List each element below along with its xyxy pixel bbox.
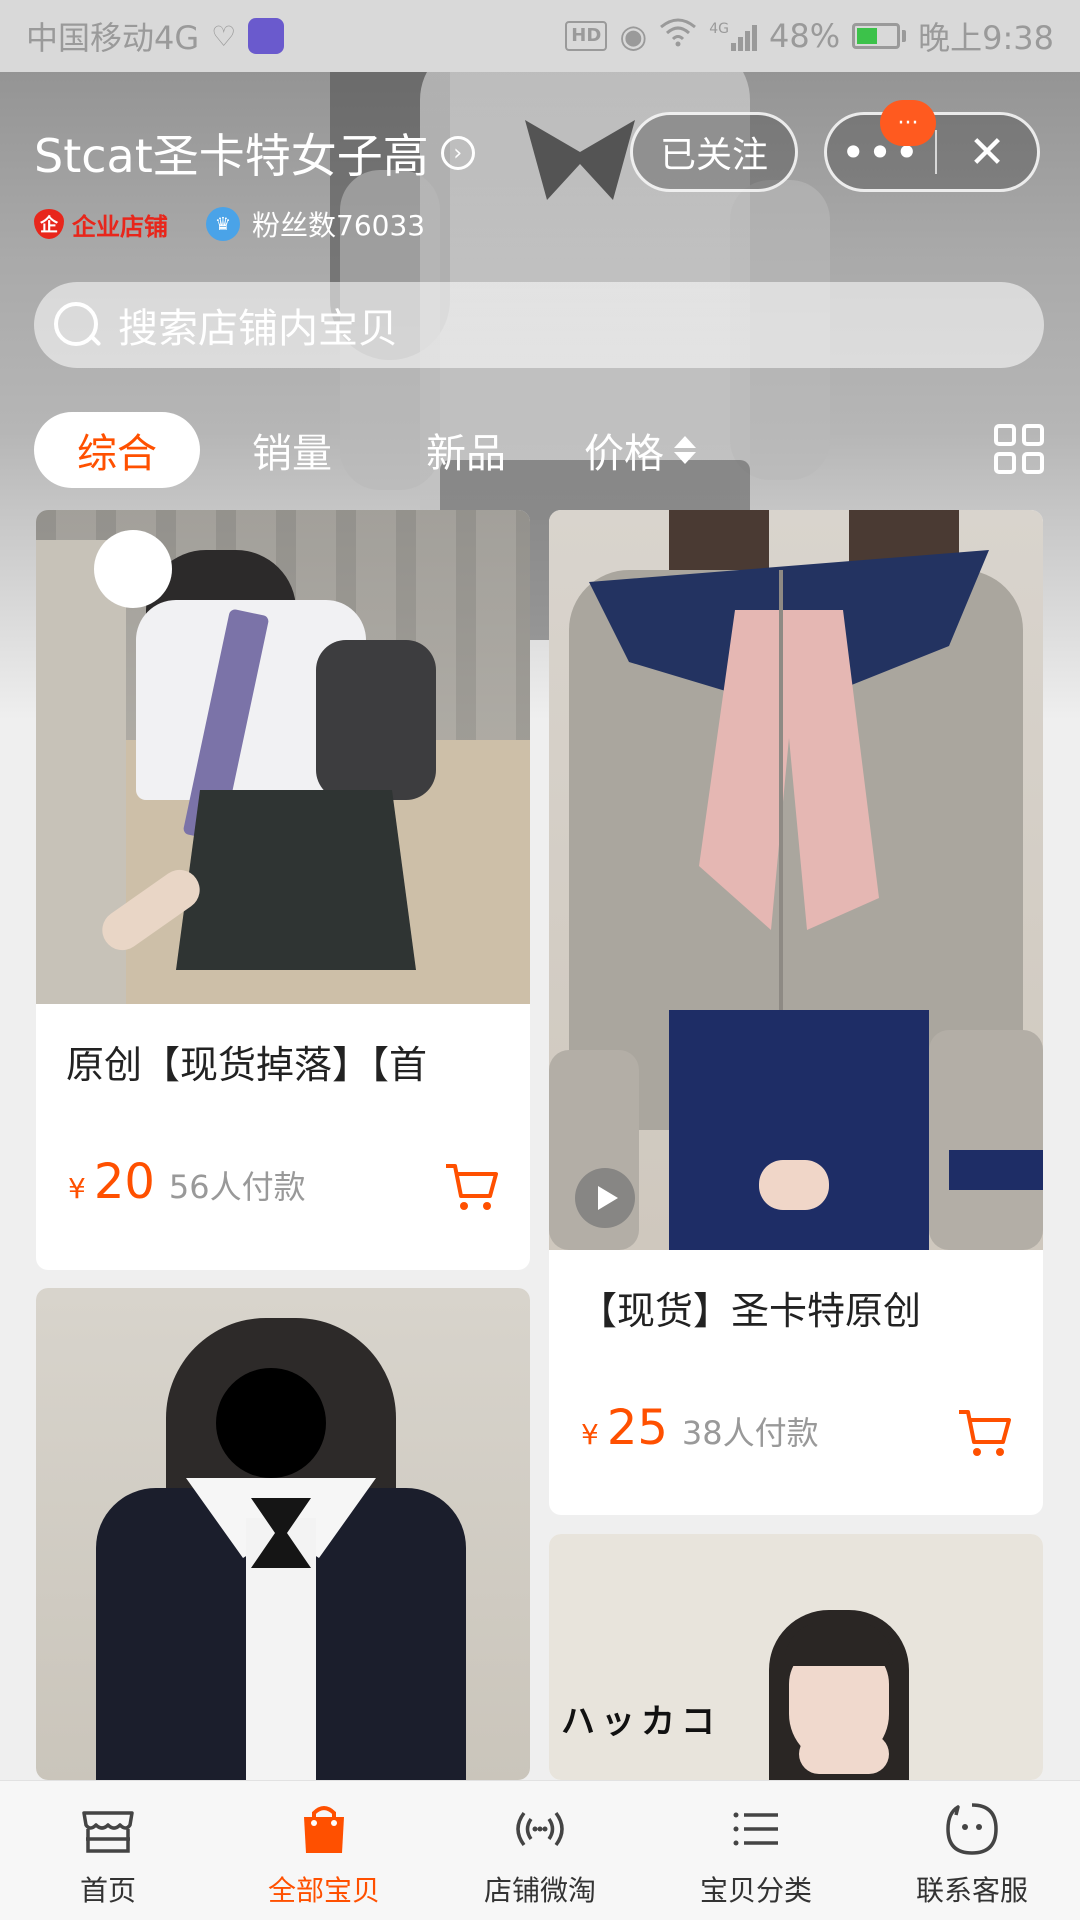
product-card[interactable] xyxy=(36,1288,530,1780)
sold-count: 56人付款 xyxy=(168,1168,306,1206)
signal-icon: 4G xyxy=(709,21,757,51)
sort-arrows-icon xyxy=(674,436,696,464)
tab-weitao[interactable]: 店铺微淘 xyxy=(432,1781,648,1920)
tab-customer-service[interactable]: 联系客服 xyxy=(864,1781,1080,1920)
enterprise-label: 企业店铺 xyxy=(72,212,168,241)
product-card[interactable]: 原创【现货掉落】【首 ¥ 20 56人付款 xyxy=(36,510,530,1270)
search-placeholder: 搜索店铺内宝贝 xyxy=(118,306,398,352)
app-notification-icon xyxy=(248,18,285,54)
eye-comfort-icon: ◉ xyxy=(619,17,648,55)
sort-tab-price[interactable]: 价格 xyxy=(584,412,696,488)
search-input[interactable]: 搜索店铺内宝贝 xyxy=(34,282,1044,368)
product-title: 原创【现货掉落】【首 xyxy=(66,1043,428,1087)
status-bar: 中国移动4G ♡ HD ◉ 4G 48% 晚上9:38 xyxy=(0,0,1080,72)
sort-tab-new[interactable]: 新品 xyxy=(426,412,506,488)
broadcast-icon xyxy=(516,1811,564,1847)
clock: 晚上9:38 xyxy=(918,19,1054,57)
tab-all-items[interactable]: 全部宝贝 xyxy=(216,1781,432,1920)
enterprise-badge: 企 企业店铺 xyxy=(34,207,168,242)
price-row: ¥ 20 56人付款 xyxy=(36,1154,530,1224)
shop-name: Stcat圣卡特女子高 xyxy=(34,129,429,183)
currency-symbol: ¥ xyxy=(581,1418,599,1451)
tab-categories[interactable]: 宝贝分类 xyxy=(648,1781,864,1920)
list-icon xyxy=(733,1812,778,1846)
fans-label: 粉丝数76033 xyxy=(252,209,426,242)
bottom-tab-bar: 首页 全部宝贝 店铺微淘 宝贝分类 联系客服 xyxy=(0,1780,1080,1920)
enterprise-icon: 企 xyxy=(34,209,64,239)
product-image xyxy=(36,1288,530,1780)
hd-badge: HD xyxy=(565,21,608,51)
price-row: ¥ 25 38人付款 xyxy=(549,1400,1043,1470)
chevron-right-icon: › xyxy=(440,136,475,170)
product-title: 【现货】圣卡特原创 xyxy=(579,1289,922,1333)
tab-weitao-label: 店铺微淘 xyxy=(483,1874,596,1907)
shop-badges: 企 企业店铺 ♛ 粉丝数76033 xyxy=(34,204,425,244)
product-price: 25 xyxy=(606,1400,668,1456)
search-icon xyxy=(52,300,102,350)
product-image xyxy=(36,510,530,1004)
product-card[interactable]: ハッカコ xyxy=(549,1534,1043,1780)
fans-count: ♛ 粉丝数76033 xyxy=(206,204,425,244)
sort-tab-comprehensive[interactable]: 综合 xyxy=(34,412,200,488)
close-icon: ✕ xyxy=(968,126,1006,178)
message-badge: ··· xyxy=(880,100,936,146)
vpn-shield-icon: ♡ xyxy=(211,19,237,53)
close-button[interactable]: ✕ xyxy=(937,115,1037,189)
battery-icon xyxy=(852,23,907,49)
chat-face-icon xyxy=(946,1803,998,1855)
currency-symbol: ¥ xyxy=(68,1172,86,1205)
sort-tab-sales[interactable]: 销量 xyxy=(252,412,332,488)
cart-icon[interactable] xyxy=(957,1406,1013,1460)
battery-percent: 48% xyxy=(769,17,841,55)
product-price: 20 xyxy=(93,1154,155,1210)
tab-categories-label: 宝贝分类 xyxy=(699,1874,812,1907)
follow-button[interactable]: 已关注 xyxy=(630,112,798,192)
product-image xyxy=(549,510,1043,1250)
product-image: ハッカコ xyxy=(549,1534,1043,1780)
grid-view-icon[interactable] xyxy=(994,424,1044,474)
product-card[interactable]: 【现货】圣卡特原创 ¥ 25 38人付款 xyxy=(549,510,1043,1515)
sort-tab-price-label: 价格 xyxy=(584,431,664,477)
video-play-icon[interactable] xyxy=(575,1168,635,1228)
wifi-icon xyxy=(659,17,697,55)
sold-count: 38人付款 xyxy=(681,1414,819,1452)
cart-icon[interactable] xyxy=(444,1160,500,1214)
crown-icon: ♛ xyxy=(206,207,240,241)
bag-icon xyxy=(304,1806,344,1853)
product-image-text: ハッカコ xyxy=(561,1702,721,1742)
tab-customer-service-label: 联系客服 xyxy=(915,1874,1028,1907)
signal-type: 4G xyxy=(709,21,729,37)
store-icon xyxy=(82,1811,134,1853)
tab-all-items-label: 全部宝贝 xyxy=(267,1874,380,1907)
sort-bar: 综合 销量 新品 价格 xyxy=(34,412,1044,488)
carrier-text: 中国移动4G xyxy=(26,19,200,57)
tab-home-label: 首页 xyxy=(79,1874,136,1907)
shop-name-link[interactable]: Stcat圣卡特女子高 › xyxy=(34,120,475,186)
tab-home[interactable]: 首页 xyxy=(0,1781,216,1920)
